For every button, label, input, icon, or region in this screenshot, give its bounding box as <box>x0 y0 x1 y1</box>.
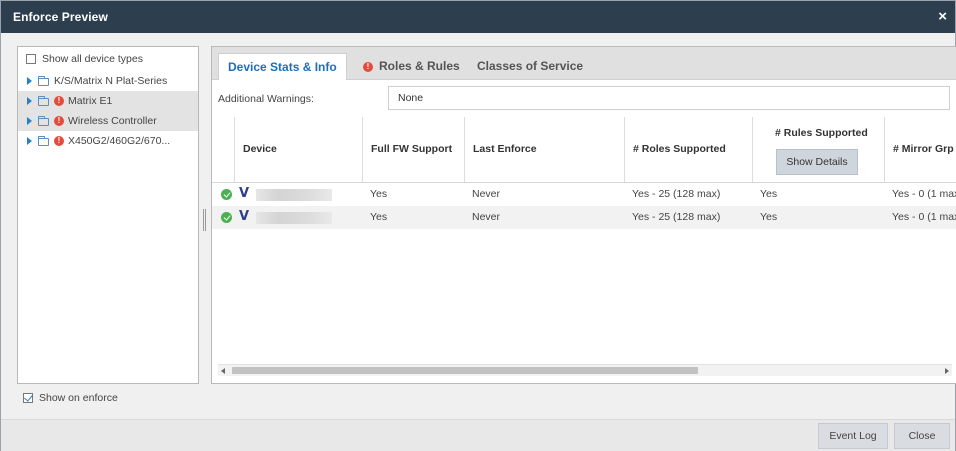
warning-icon: ! <box>54 136 64 146</box>
tab-roles-rules[interactable]: ! Roles & Rules <box>354 53 469 80</box>
horizontal-scrollbar[interactable] <box>218 364 952 376</box>
tab-label: Roles & Rules <box>379 59 460 73</box>
table-row[interactable]: V Yes Never Yes - 25 (128 max) Yes Yes -… <box>212 183 956 206</box>
cell-mirror: Yes - 0 (1 max) <box>892 188 956 200</box>
tab-bar: Device Stats & Info ! Roles & Rules Clas… <box>212 47 956 80</box>
folder-icon <box>38 115 49 126</box>
expand-arrow-icon[interactable] <box>27 117 32 125</box>
scroll-left-icon[interactable] <box>221 368 225 374</box>
dialog-title: Enforce Preview <box>13 10 108 24</box>
device-stats-table: Device Full FW Support Last Enforce # Ro… <box>212 117 956 365</box>
device-logo-icon: V <box>239 209 250 224</box>
warning-icon: ! <box>363 61 373 72</box>
tab-device-stats[interactable]: Device Stats & Info <box>218 53 347 80</box>
title-bar: Enforce Preview × <box>1 1 955 33</box>
expand-arrow-icon[interactable] <box>27 137 32 145</box>
folder-icon <box>38 135 49 146</box>
table-header: Device Full FW Support Last Enforce # Ro… <box>212 117 956 183</box>
show-on-enforce-checkbox[interactable]: Show on enforce <box>23 392 118 404</box>
tree-item-x450g2[interactable]: ! X450G2/460G2/670... <box>18 131 198 151</box>
additional-warnings-field[interactable]: None <box>388 86 950 110</box>
details-panel: Device Stats & Info ! Roles & Rules Clas… <box>211 46 956 384</box>
warning-icon: ! <box>54 96 64 106</box>
device-type-panel: Show all device types K/S/Matrix N Plat-… <box>17 46 199 384</box>
cell-rules: Yes <box>760 211 778 223</box>
checkbox-checked-icon[interactable] <box>23 393 33 403</box>
scroll-right-icon[interactable] <box>945 368 949 374</box>
close-button[interactable]: Close <box>894 423 950 449</box>
panel-splitter-handle[interactable] <box>203 209 206 231</box>
dialog-footer: Event Log Close <box>1 419 955 451</box>
tree-item-label: Wireless Controller <box>68 115 157 127</box>
column-header-roles-supported[interactable]: # Roles Supported <box>624 117 752 183</box>
show-all-device-types-label: Show all device types <box>42 53 143 65</box>
checkbox-icon[interactable] <box>26 54 36 64</box>
cell-roles: Yes - 25 (128 max) <box>632 188 721 200</box>
device-name-redacted <box>256 212 332 224</box>
tree-item-label: Matrix E1 <box>68 95 113 107</box>
expand-arrow-icon[interactable] <box>27 97 32 105</box>
tab-label: Classes of Service <box>477 59 584 73</box>
cell-last-enforce: Never <box>472 188 501 200</box>
status-ok-icon <box>221 189 232 200</box>
close-icon[interactable]: × <box>938 8 947 25</box>
show-details-button[interactable]: Show Details <box>776 149 858 175</box>
additional-warnings-label: Additional Warnings: <box>218 93 314 105</box>
tree-item-wireless-controller[interactable]: ! Wireless Controller <box>18 111 198 131</box>
enforce-preview-dialog: Enforce Preview × Show all device types … <box>0 0 956 451</box>
table-row[interactable]: V Yes Never Yes - 25 (128 max) Yes Yes -… <box>212 206 956 229</box>
cell-rules: Yes <box>760 188 778 200</box>
column-header-mirror-grp[interactable]: # Mirror Grp <box>884 117 956 183</box>
tree-item-ks-matrix[interactable]: K/S/Matrix N Plat-Series <box>18 71 198 91</box>
warning-icon: ! <box>54 116 64 126</box>
cell-last-enforce: Never <box>472 211 501 223</box>
cell-roles: Yes - 25 (128 max) <box>632 211 721 223</box>
additional-warnings-row: Additional Warnings: None <box>212 85 956 111</box>
tree-item-label: X450G2/460G2/670... <box>68 135 171 147</box>
column-header-rules-supported[interactable]: # Rules Supported Show Details <box>752 117 884 183</box>
column-header-full-fw-support[interactable]: Full FW Support <box>362 117 464 183</box>
event-log-button[interactable]: Event Log <box>818 423 888 449</box>
scrollbar-thumb[interactable] <box>232 367 698 374</box>
cell-full-fw: Yes <box>370 211 388 223</box>
cell-full-fw: Yes <box>370 188 388 200</box>
folder-icon <box>38 95 49 106</box>
tree-item-matrix-e1[interactable]: ! Matrix E1 <box>18 91 198 111</box>
column-header-device[interactable]: Device <box>234 117 362 183</box>
device-name-redacted <box>256 189 332 201</box>
column-header-last-enforce[interactable]: Last Enforce <box>464 117 624 183</box>
status-ok-icon <box>221 212 232 223</box>
folder-icon <box>38 75 49 86</box>
tab-label: Device Stats & Info <box>228 59 337 74</box>
show-on-enforce-label: Show on enforce <box>39 392 118 404</box>
tree-item-label: K/S/Matrix N Plat-Series <box>54 75 168 87</box>
expand-arrow-icon[interactable] <box>27 77 32 85</box>
tab-classes-of-service[interactable]: Classes of Service <box>468 53 592 80</box>
cell-mirror: Yes - 0 (1 max) <box>892 211 956 223</box>
device-logo-icon: V <box>239 186 250 201</box>
show-all-device-types-checkbox[interactable]: Show all device types <box>18 47 198 71</box>
